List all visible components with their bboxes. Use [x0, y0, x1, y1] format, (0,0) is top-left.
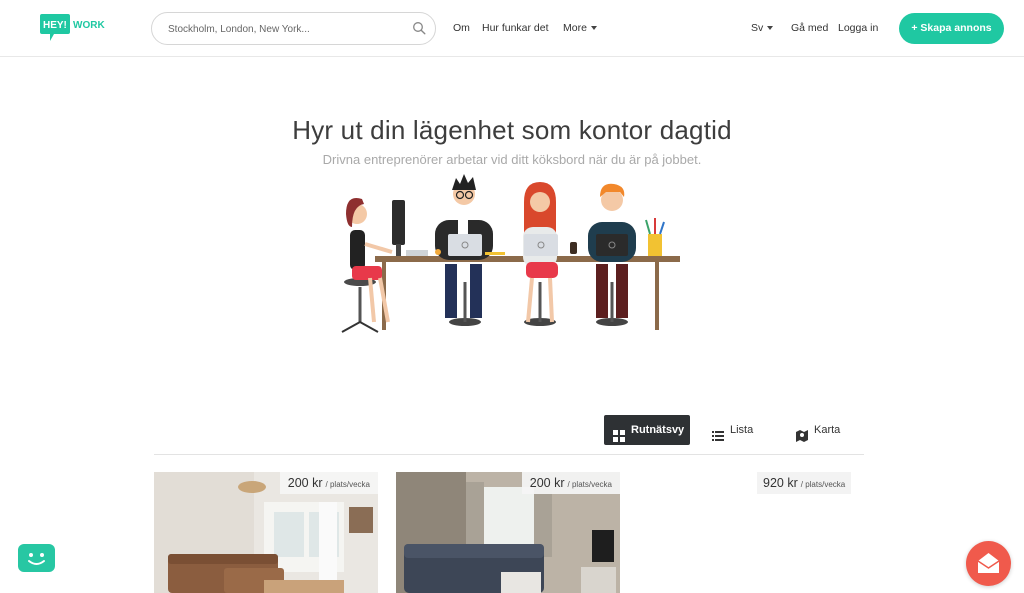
create-listing-button[interactable]: + Skapa annons: [899, 13, 1004, 44]
list-view-button[interactable]: Lista: [703, 415, 773, 445]
nav-more-dropdown[interactable]: More: [563, 22, 597, 34]
svg-text:WORK: WORK: [73, 20, 105, 31]
grid-view-button[interactable]: Rutnätsvy: [604, 415, 690, 445]
listing-price-tag[interactable]: 920 kr / plats/vecka: [757, 472, 852, 494]
listing-price-unit: / plats/vecka: [325, 480, 370, 489]
contact-mail-button[interactable]: [966, 541, 1011, 586]
chevron-down-icon: [767, 26, 774, 31]
map-icon: [796, 424, 808, 442]
coworking-illustration: [330, 172, 690, 342]
join-link[interactable]: Gå med: [791, 22, 828, 34]
svg-text:HEY!: HEY!: [43, 20, 67, 31]
top-navbar: HEY! WORK Om Hur funkar det More Sv Gå m…: [0, 0, 1024, 57]
listing-price-unit: / plats/vecka: [567, 480, 612, 489]
heywork-logo[interactable]: HEY! WORK: [40, 14, 108, 42]
listing-price: 920 kr: [763, 476, 798, 490]
mail-icon: [977, 553, 1000, 573]
section-divider: [154, 454, 864, 455]
chat-bot-button[interactable]: [18, 544, 55, 572]
listing-card[interactable]: 200 kr / plats/vecka: [154, 472, 378, 593]
listing-price: 200 kr: [529, 476, 565, 490]
nav-how-it-works-link[interactable]: Hur funkar det: [482, 22, 549, 34]
nav-more-label: More: [563, 22, 587, 34]
map-view-button[interactable]: Karta: [787, 415, 859, 445]
search-input[interactable]: [168, 20, 398, 38]
listing-price: 200 kr: [287, 476, 323, 490]
language-dropdown[interactable]: Sv: [751, 22, 774, 34]
map-view-label: Karta: [814, 424, 841, 436]
list-icon: [712, 424, 724, 441]
listing-price-unit: / plats/vecka: [800, 480, 846, 489]
search-box: [151, 12, 436, 45]
hero-title: Hyr ut din lägenhet som kontor dagtid: [292, 115, 732, 145]
list-view-label: Lista: [730, 424, 754, 436]
page: HEY! WORK Om Hur funkar det More Sv Gå m…: [0, 0, 1024, 593]
login-link[interactable]: Logga in: [838, 22, 878, 34]
hero-subtitle: Drivna entreprenörer arbetar vid ditt kö…: [322, 152, 702, 167]
grid-icon: [613, 424, 625, 442]
listing-price-tag: 200 kr / plats/vecka: [521, 472, 620, 494]
chevron-down-icon: [590, 26, 597, 31]
chat-bot-icon: [28, 553, 45, 565]
listing-price-tag: 200 kr / plats/vecka: [279, 472, 378, 494]
listing-card[interactable]: 200 kr / plats/vecka: [396, 472, 620, 593]
search-icon[interactable]: [412, 21, 426, 35]
nav-om-link[interactable]: Om: [453, 22, 470, 34]
language-label: Sv: [751, 22, 764, 34]
grid-view-label: Rutnätsvy: [631, 424, 685, 436]
